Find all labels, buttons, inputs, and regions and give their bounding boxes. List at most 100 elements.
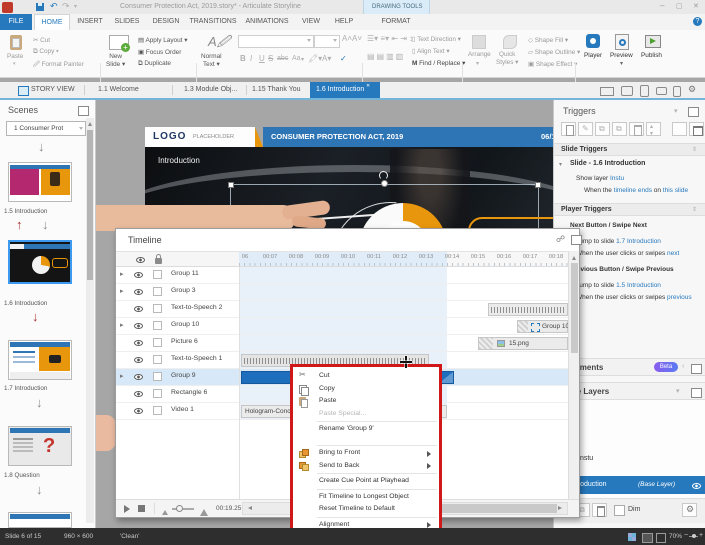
object-bar-picture6[interactable]: 15.png [478, 337, 568, 350]
trigger-wizard-button[interactable] [689, 122, 704, 136]
close-button[interactable]: ✕ [693, 2, 699, 10]
menu-item-fit-timeline[interactable]: Fit Timeline to Longest Object [293, 491, 439, 504]
scene-thumbnail-1-7[interactable] [8, 340, 72, 380]
zoom-in-icon[interactable] [200, 505, 208, 516]
device-tablet-landscape-icon[interactable] [621, 86, 633, 96]
focus-order-button[interactable]: ▣ Focus Order [138, 48, 181, 56]
trigger-extra-button[interactable] [672, 122, 687, 136]
app-icon[interactable] [2, 1, 13, 13]
highlight-button[interactable]: 🖍▾ [308, 54, 322, 63]
zoom-out-button[interactable]: − [684, 532, 688, 539]
tab-welcome[interactable]: 1.1 Welcome [98, 82, 139, 98]
duplicate-button[interactable]: ⧉ Duplicate [138, 60, 171, 68]
device-tablet-portrait-icon[interactable] [640, 85, 649, 97]
vscroll-thumb[interactable] [570, 263, 578, 353]
tab-thank-you[interactable]: 1.15 Thank You [252, 82, 301, 98]
slide-caption[interactable]: Introduction [158, 156, 200, 165]
filmstrip-icon[interactable] [656, 533, 666, 543]
menu-item-rename[interactable]: Rename 'Group 9' [293, 423, 419, 444]
shape-effect-button[interactable]: ▣ Shape Effect ▾ [528, 60, 577, 68]
next-trigger-action[interactable]: Jump to slide 1.7 Introduction [576, 238, 661, 245]
layers-dropdown-icon[interactable]: ▾ [676, 387, 680, 395]
help-icon[interactable]: ? [693, 17, 702, 26]
expand-icon[interactable]: ▸ [120, 287, 124, 295]
eye-column-icon[interactable] [136, 257, 145, 263]
collapse-icon[interactable]: ⇕ [692, 206, 697, 213]
triggers-dropdown-icon[interactable]: ▾ [674, 107, 678, 115]
redo-icon[interactable]: ↷ [62, 1, 70, 12]
lock-column-icon[interactable] [155, 254, 162, 264]
timeline-zoom-slider[interactable] [172, 505, 194, 512]
dim-checkbox[interactable] [614, 505, 625, 516]
eye-icon[interactable] [134, 357, 143, 363]
lock-checkbox[interactable] [153, 389, 162, 398]
player-triggers-header[interactable]: Player Triggers ⇕ [554, 203, 705, 216]
zoom-knob[interactable] [176, 505, 183, 512]
slide-triggers-header[interactable]: Slide Triggers ⇕ [554, 143, 705, 156]
tab-design[interactable]: DESIGN [146, 14, 186, 30]
scenes-scroll-thumb[interactable] [87, 130, 93, 280]
tab-close-icon[interactable]: ✕ [366, 83, 370, 89]
layers-float-icon[interactable] [691, 388, 702, 398]
group-collapse-icon[interactable]: ▾ [559, 161, 562, 168]
tab-transitions[interactable]: TRANSITIONS [186, 14, 240, 30]
timeline-vscrollbar[interactable] [568, 251, 579, 499]
menu-item-bring-to-front[interactable]: Bring to Front [293, 447, 439, 460]
device-desktop-icon[interactable] [600, 87, 614, 96]
quick-access-dropdown-icon[interactable]: ▾ [74, 3, 77, 10]
text-direction-button[interactable]: ▯ Text Direction ▾ [412, 35, 461, 43]
scene-thumbnail-1-5[interactable] [8, 162, 72, 202]
menu-item-send-to-back[interactable]: Send to Back [293, 460, 439, 473]
triggers-float-icon[interactable] [688, 107, 699, 117]
collapse-left-icon[interactable]: ‹ [682, 363, 684, 370]
menu-item-paste[interactable]: Paste [293, 395, 439, 408]
menu-item-create-cue-point[interactable]: Create Cue Point at Playhead [293, 475, 439, 488]
tab-view[interactable]: VIEW [294, 14, 328, 30]
bold-button[interactable]: B [240, 54, 246, 63]
paste-trigger-button[interactable]: ⧉ [612, 122, 627, 136]
save-icon[interactable] [36, 3, 44, 11]
new-slide-button[interactable]: + New Slide ▾ [104, 33, 134, 75]
tab-module-objectives[interactable]: 1.3 Module Obj... [184, 82, 237, 98]
lock-checkbox[interactable] [153, 287, 162, 296]
apply-layout-button[interactable]: ▤ Apply Layout ▾ [138, 36, 187, 44]
tab-slides[interactable]: SLIDES [108, 14, 146, 30]
trigger-show-layer[interactable]: Show layer Instu [576, 175, 624, 182]
edit-trigger-button[interactable]: ✎ [578, 122, 593, 136]
eye-icon[interactable] [134, 374, 143, 380]
lock-checkbox[interactable] [153, 304, 162, 313]
clear-format-button[interactable]: abc [277, 55, 288, 62]
align-buttons[interactable]: ▤▤▥▥ [367, 52, 405, 61]
menu-item-cut[interactable]: ✂ Cut [293, 370, 439, 383]
lock-checkbox[interactable] [153, 372, 162, 381]
trigger-link[interactable]: timeline ends [614, 187, 652, 194]
object-bar-group10[interactable]: Group 10 [517, 320, 569, 333]
tab-animations[interactable]: ANIMATIONS [240, 14, 294, 30]
scene-thumbnail-1-8[interactable]: ? [8, 426, 72, 466]
scene-thumbnail-partial[interactable] [8, 512, 72, 528]
font-name-select[interactable] [238, 35, 314, 48]
find-replace-button[interactable]: M Find / Replace ▾ [412, 59, 465, 67]
trigger-link[interactable]: 1.5 Introduction [616, 282, 661, 289]
panel-view-icon[interactable] [642, 533, 653, 543]
grid-view-icon[interactable] [628, 533, 636, 541]
eye-icon[interactable] [134, 323, 143, 329]
play-button[interactable] [124, 505, 134, 513]
eye-icon[interactable] [134, 306, 143, 312]
layer-settings-button[interactable]: ⚙ [682, 503, 697, 517]
italic-button[interactable]: I [250, 54, 252, 63]
font-size-select[interactable] [314, 35, 340, 48]
selection-handle[interactable] [535, 182, 541, 188]
menu-item-copy[interactable]: Copy [293, 383, 439, 396]
lock-checkbox[interactable] [153, 406, 162, 415]
selection-handle[interactable] [228, 182, 234, 188]
expand-icon[interactable]: ▸ [120, 321, 124, 329]
layer-eye-icon[interactable] [692, 483, 701, 489]
device-phone-landscape-icon[interactable] [656, 87, 667, 95]
layer-item[interactable]: Instu [578, 455, 593, 462]
shape-outline-button[interactable]: ▱ Shape Outline ▾ [528, 48, 580, 56]
tab-story-view[interactable]: STORY VIEW [31, 82, 75, 98]
underline-button[interactable]: U [259, 54, 265, 63]
minimize-button[interactable]: – [660, 1, 664, 10]
timeline-row-tts2[interactable]: Text-to-Speech 2 [116, 301, 568, 318]
